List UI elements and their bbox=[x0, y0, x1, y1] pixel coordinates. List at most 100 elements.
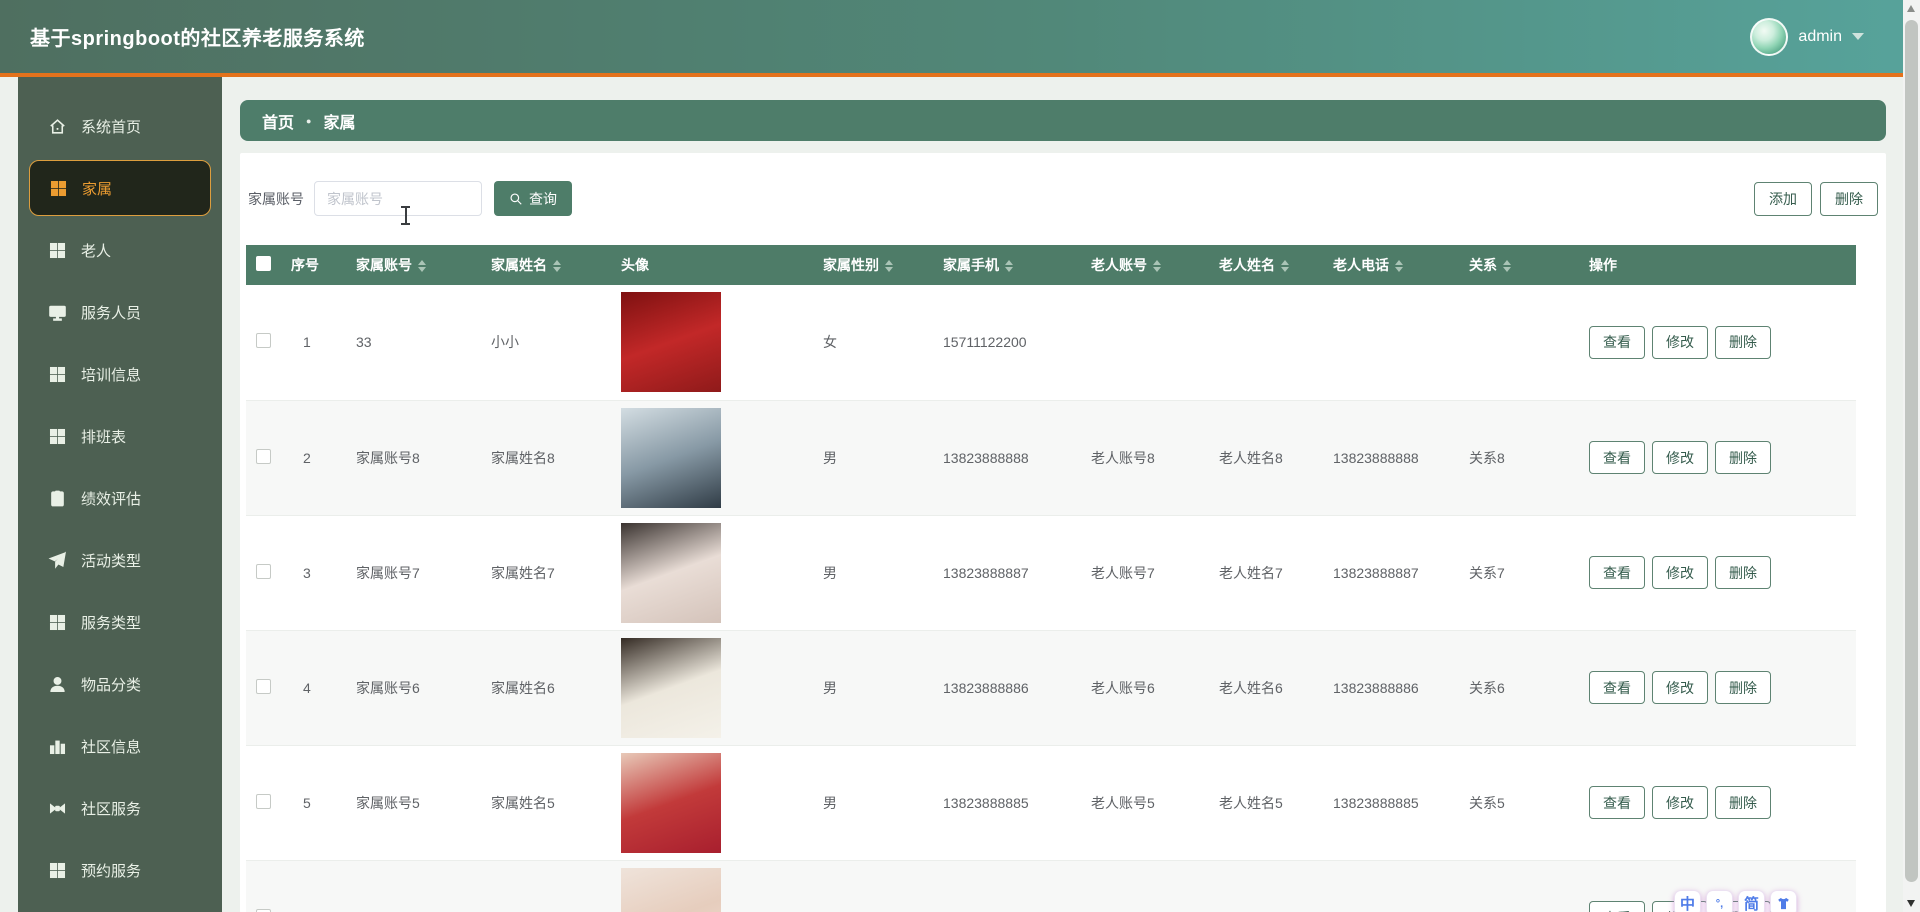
sidebar-item-label: 物品分类 bbox=[81, 674, 141, 695]
cell-actions: 查看修改删除 bbox=[1579, 515, 1856, 630]
column-header-老人账号[interactable]: 老人账号 bbox=[1081, 245, 1209, 285]
view-button[interactable]: 查看 bbox=[1589, 901, 1645, 912]
column-header-家属姓名[interactable]: 家属姓名 bbox=[481, 245, 611, 285]
row-checkbox[interactable] bbox=[256, 794, 271, 809]
cell-elder-name bbox=[1209, 285, 1323, 400]
scrollbar[interactable] bbox=[1903, 0, 1920, 912]
ime-chinese-mode[interactable]: 中 bbox=[1674, 890, 1701, 912]
row-checkbox[interactable] bbox=[256, 564, 271, 579]
cell-avatar bbox=[611, 400, 813, 515]
view-button[interactable]: 查看 bbox=[1589, 671, 1645, 704]
view-button[interactable]: 查看 bbox=[1589, 556, 1645, 589]
search-input[interactable] bbox=[314, 181, 482, 216]
column-header-家属手机[interactable]: 家属手机 bbox=[933, 245, 1081, 285]
column-header-家属性别[interactable]: 家属性别 bbox=[813, 245, 933, 285]
cell-family-account bbox=[346, 860, 481, 912]
main-content: 首页 ● 家属 家属账号 查询 添加 删除 bbox=[222, 77, 1920, 912]
send-icon bbox=[48, 551, 67, 570]
edit-button[interactable]: 修改 bbox=[1652, 441, 1708, 474]
row-checkbox[interactable] bbox=[256, 449, 271, 464]
cell-elder-account: 老人账号8 bbox=[1081, 400, 1209, 515]
column-header-头像: 头像 bbox=[611, 245, 813, 285]
sidebar-item-物品分类[interactable]: 物品分类 bbox=[18, 653, 222, 715]
sidebar-item-绩效评估[interactable]: 绩效评估 bbox=[18, 467, 222, 529]
delete-row-button[interactable]: 删除 bbox=[1715, 671, 1771, 704]
cell-elder-account bbox=[1081, 860, 1209, 912]
view-button[interactable]: 查看 bbox=[1589, 441, 1645, 474]
user-menu[interactable]: admin bbox=[1750, 18, 1864, 56]
search-icon bbox=[509, 192, 523, 206]
sidebar-item-家属[interactable]: 家属 bbox=[29, 160, 211, 216]
sidebar-item-排班表[interactable]: 排班表 bbox=[18, 405, 222, 467]
ime-punctuation-mode[interactable]: °, bbox=[1706, 890, 1733, 912]
cell-actions: 查看修改删除 bbox=[1579, 630, 1856, 745]
column-header-家属账号[interactable]: 家属账号 bbox=[346, 245, 481, 285]
cell-index: 1 bbox=[281, 285, 346, 400]
cell-family-phone: 13823888886 bbox=[933, 630, 1081, 745]
sort-arrows-icon[interactable] bbox=[1281, 260, 1289, 272]
query-button[interactable]: 查询 bbox=[494, 181, 572, 216]
sidebar-item-培训信息[interactable]: 培训信息 bbox=[18, 343, 222, 405]
scrollbar-down-arrow-icon[interactable] bbox=[1907, 900, 1915, 907]
sidebar-item-社区信息[interactable]: 社区信息 bbox=[18, 715, 222, 777]
edit-button[interactable]: 修改 bbox=[1652, 556, 1708, 589]
sort-arrows-icon[interactable] bbox=[1503, 260, 1511, 272]
ime-skin[interactable] bbox=[1770, 890, 1797, 912]
cell-family-phone: 15711122200 bbox=[933, 285, 1081, 400]
row-checkbox[interactable] bbox=[256, 679, 271, 694]
delete-row-button[interactable]: 删除 bbox=[1715, 441, 1771, 474]
sidebar-item-label: 活动类型 bbox=[81, 550, 141, 571]
sort-arrows-icon[interactable] bbox=[1395, 260, 1403, 272]
sort-arrows-icon[interactable] bbox=[418, 260, 426, 272]
app-header: 基于springboot的社区养老服务系统 admin bbox=[0, 0, 1920, 73]
sort-arrows-icon[interactable] bbox=[1153, 260, 1161, 272]
edit-button[interactable]: 修改 bbox=[1652, 671, 1708, 704]
sidebar-item-服务类型[interactable]: 服务类型 bbox=[18, 591, 222, 653]
delete-row-button[interactable]: 删除 bbox=[1715, 556, 1771, 589]
delete-row-button[interactable]: 删除 bbox=[1715, 786, 1771, 819]
cell-relation: 关系6 bbox=[1459, 630, 1579, 745]
ime-simplified-mode[interactable]: 简 bbox=[1738, 890, 1765, 912]
edit-button[interactable]: 修改 bbox=[1652, 326, 1708, 359]
cell-elder-phone: 13823888886 bbox=[1323, 630, 1459, 745]
add-button[interactable]: 添加 bbox=[1754, 182, 1812, 216]
text-cursor-pointer bbox=[400, 206, 411, 225]
sort-arrows-icon[interactable] bbox=[1005, 260, 1013, 272]
breadcrumb-home[interactable]: 首页 bbox=[262, 109, 294, 133]
column-header-老人电话[interactable]: 老人电话 bbox=[1323, 245, 1459, 285]
cell-relation: 关系5 bbox=[1459, 745, 1579, 860]
cell-avatar bbox=[611, 745, 813, 860]
cell-elder-name: 老人姓名6 bbox=[1209, 630, 1323, 745]
row-checkbox[interactable] bbox=[256, 333, 271, 348]
sidebar-item-社区服务[interactable]: 社区服务 bbox=[18, 777, 222, 839]
shirt-icon bbox=[1776, 896, 1791, 911]
row-checkbox[interactable] bbox=[256, 909, 271, 912]
photo-girl-light-hair bbox=[621, 868, 721, 912]
sort-arrows-icon[interactable] bbox=[553, 260, 561, 272]
delete-row-button[interactable]: 删除 bbox=[1715, 326, 1771, 359]
delete-button[interactable]: 删除 bbox=[1820, 182, 1878, 216]
view-button[interactable]: 查看 bbox=[1589, 326, 1645, 359]
view-button[interactable]: 查看 bbox=[1589, 786, 1645, 819]
sidebar-item-label: 老人 bbox=[81, 240, 111, 261]
user-avatar[interactable] bbox=[1750, 18, 1788, 56]
sidebar-item-系统首页[interactable]: 系统首页 bbox=[18, 95, 222, 157]
scrollbar-up-arrow-icon[interactable] bbox=[1907, 5, 1915, 12]
column-header-关系[interactable]: 关系 bbox=[1459, 245, 1579, 285]
grid-icon bbox=[48, 861, 67, 880]
sidebar-item-label: 系统首页 bbox=[81, 116, 141, 137]
cell-family-gender: 男 bbox=[813, 630, 933, 745]
sidebar-item-老人[interactable]: 老人 bbox=[18, 219, 222, 281]
bar-chart-icon bbox=[48, 737, 67, 756]
column-header-老人姓名[interactable]: 老人姓名 bbox=[1209, 245, 1323, 285]
scrollbar-thumb[interactable] bbox=[1905, 20, 1918, 882]
sidebar-item-服务人员[interactable]: 服务人员 bbox=[18, 281, 222, 343]
cell-elder-phone bbox=[1323, 860, 1459, 912]
sort-arrows-icon[interactable] bbox=[885, 260, 893, 272]
cell-family-gender: 男 bbox=[813, 400, 933, 515]
sidebar-item-预约服务[interactable]: 预约服务 bbox=[18, 839, 222, 901]
cell-avatar bbox=[611, 860, 813, 912]
select-all-checkbox[interactable] bbox=[256, 256, 271, 271]
sidebar-item-活动类型[interactable]: 活动类型 bbox=[18, 529, 222, 591]
edit-button[interactable]: 修改 bbox=[1652, 786, 1708, 819]
